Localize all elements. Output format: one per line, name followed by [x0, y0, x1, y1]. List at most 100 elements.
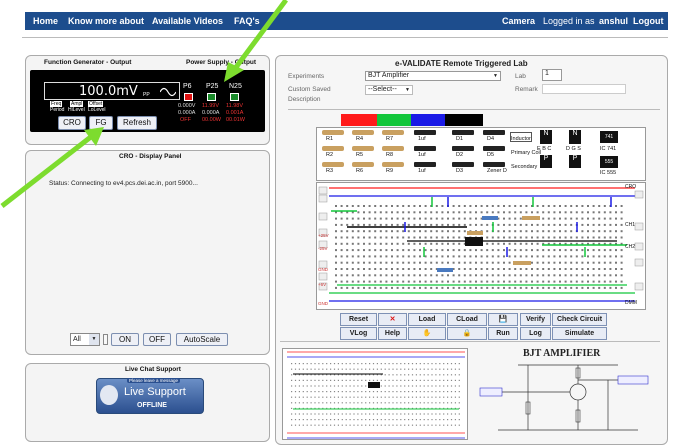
- palette-part-row1-5[interactable]: [483, 130, 505, 135]
- breadboard-hole: [480, 261, 483, 264]
- breadboard-hole: [419, 255, 421, 258]
- nav-home[interactable]: Home: [33, 16, 58, 26]
- breadboard-hole: [441, 242, 444, 245]
- breadboard-hole: [379, 249, 382, 252]
- breadboard-hole: [603, 236, 606, 239]
- live-support-label: Live Support: [124, 386, 186, 398]
- breadboard-hole: [385, 236, 388, 239]
- live-support-badge[interactable]: Please leave a message Live Support OFFL…: [96, 378, 204, 414]
- breadboard-hole: [587, 211, 589, 214]
- breadboard-hole: [458, 236, 461, 239]
- mini-hole: [337, 368, 339, 370]
- breadboard-hole: [609, 230, 612, 233]
- mini-hole: [443, 374, 445, 376]
- mini-hole: [337, 391, 339, 393]
- breadboard-hole: [508, 205, 511, 207]
- ic555-icon[interactable]: 555: [600, 156, 618, 168]
- ps-p25-toggle[interactable]: [207, 93, 216, 101]
- breadboard-hole: [346, 286, 349, 289]
- palette-part-row3-0[interactable]: [322, 162, 344, 167]
- ps-p6-toggle[interactable]: [184, 93, 193, 101]
- breadboard-hole: [581, 223, 584, 226]
- pfet-icon[interactable]: P: [569, 155, 581, 168]
- palette-part-row3-5[interactable]: [483, 162, 505, 167]
- palette-part-row2-0[interactable]: [322, 146, 344, 151]
- toolbar-button-row2-4[interactable]: Run: [488, 327, 518, 340]
- toolbar-button-row2-6[interactable]: Simulate: [552, 327, 607, 340]
- breadboard-hole: [531, 236, 533, 239]
- autoscale-button[interactable]: AutoScale: [176, 333, 228, 346]
- toolbar-button-row2-1[interactable]: Help: [378, 327, 407, 340]
- palette-part-row2-3[interactable]: [414, 146, 436, 151]
- breadboard-hole: [581, 261, 584, 264]
- toolbar-button-row2-2[interactable]: ✋: [408, 327, 446, 340]
- wire-color-blue[interactable]: [411, 114, 445, 126]
- breadboard-hole: [402, 286, 405, 289]
- palette-part-row2-1[interactable]: [352, 146, 374, 151]
- experiment-select[interactable]: BJT Amplifier ▼: [365, 71, 501, 81]
- nav-know-more[interactable]: Know more about: [68, 16, 144, 26]
- nav-faqs[interactable]: FAQ's: [234, 16, 260, 26]
- npn-transistor-icon[interactable]: N: [540, 130, 552, 144]
- toolbar-button-row1-4[interactable]: 💾: [488, 313, 518, 326]
- palette-part-row1-0[interactable]: [322, 130, 344, 135]
- wire-color-black[interactable]: [445, 114, 483, 126]
- channel-select[interactable]: All ▼: [70, 333, 100, 346]
- wire-color-red[interactable]: [341, 114, 377, 126]
- palette-part-row1-4[interactable]: [452, 130, 474, 135]
- palette-part-row2-4[interactable]: [452, 146, 474, 151]
- refresh-button[interactable]: Refresh: [117, 116, 157, 130]
- toolbar-button-row1-0[interactable]: Reset: [340, 313, 377, 326]
- palette-part-row3-1[interactable]: [352, 162, 374, 167]
- toolbar-button-row1-5[interactable]: Verify: [520, 313, 551, 326]
- cro-button[interactable]: CRO: [58, 116, 86, 130]
- palette-part-row1-2[interactable]: [382, 130, 404, 135]
- breadboard-hole: [340, 236, 343, 239]
- mini-hole: [298, 368, 300, 370]
- palette-part-row2-5[interactable]: [483, 146, 505, 151]
- breadboard-hole: [458, 217, 461, 220]
- palette-part-row1-3[interactable]: [414, 130, 436, 135]
- nav-available-videos[interactable]: Available Videos: [152, 16, 223, 26]
- mini-hole: [419, 368, 421, 370]
- mini-hole: [349, 396, 351, 398]
- ps-n25-toggle[interactable]: [230, 93, 239, 101]
- breadboard-hole: [514, 274, 517, 277]
- breadboard-hole: [598, 255, 601, 258]
- fg-button[interactable]: FG: [89, 116, 113, 130]
- toolbar-button-row2-0[interactable]: VLog: [340, 327, 377, 340]
- toolbar-button-row1-1[interactable]: ✕: [378, 313, 407, 326]
- toolbar-button-row1-3[interactable]: CLoad: [447, 313, 487, 326]
- cro-off-button[interactable]: OFF: [143, 333, 171, 346]
- mini-hole: [306, 396, 308, 398]
- palette-part-row3-2[interactable]: [382, 162, 404, 167]
- mini-hole: [408, 368, 410, 370]
- pnp-transistor-icon[interactable]: P: [540, 155, 552, 168]
- nav-camera[interactable]: Camera: [502, 16, 535, 26]
- palette-part-row3-3[interactable]: [414, 162, 436, 167]
- mini-hole: [337, 413, 339, 415]
- inductor-icon[interactable]: [510, 132, 532, 142]
- breadboard-hole: [430, 255, 433, 258]
- ic741-icon[interactable]: 741: [600, 131, 618, 143]
- nfet-icon[interactable]: N: [569, 130, 581, 144]
- palette-part-row2-2[interactable]: [382, 146, 404, 151]
- lab-number-input[interactable]: 1: [542, 69, 562, 81]
- toolbar-button-row2-5[interactable]: Log: [520, 327, 551, 340]
- toolbar-button-row2-3[interactable]: 🔒: [447, 327, 487, 340]
- custom-saved-select[interactable]: --Select-- ▼: [365, 85, 413, 95]
- wire-color-green[interactable]: [377, 114, 411, 126]
- cro-on-button[interactable]: ON: [111, 333, 139, 346]
- toolbar-button-row1-6[interactable]: Check Circuit: [552, 313, 607, 326]
- mini-hole: [330, 424, 332, 426]
- toolbar-button-row1-2[interactable]: Load: [408, 313, 446, 326]
- breadboard[interactable]: [316, 182, 646, 310]
- breadboard-hole: [441, 274, 444, 277]
- remark-input[interactable]: [542, 84, 626, 94]
- palette-part-row1-1[interactable]: [352, 130, 374, 135]
- nav-logout[interactable]: Logout: [633, 16, 664, 26]
- palette-part-row3-4[interactable]: [452, 162, 474, 167]
- bb-left-label-4: GND: [318, 301, 328, 306]
- palette-label-row1-4: D1: [456, 136, 464, 142]
- mini-hole: [333, 368, 336, 370]
